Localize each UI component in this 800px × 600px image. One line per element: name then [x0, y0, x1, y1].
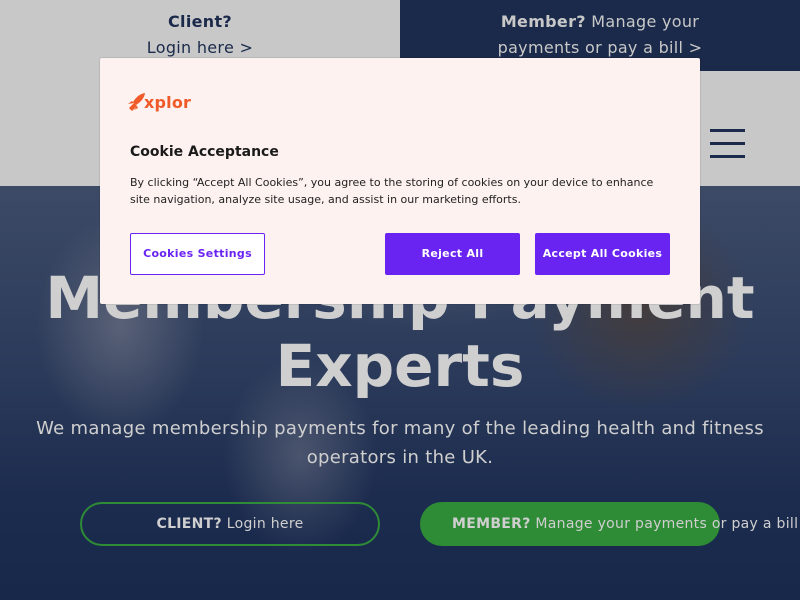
hero-title-line-2: Experts	[275, 332, 525, 400]
member-text-line-1: Manage your	[585, 12, 700, 31]
client-login-button[interactable]: CLIENT? Login here	[80, 502, 380, 546]
hero-subtitle: We manage membership payments for many o…	[36, 418, 764, 468]
member-button-label: MEMBER?	[452, 516, 531, 532]
hamburger-menu-icon[interactable]	[710, 129, 746, 159]
client-label: Client?	[168, 12, 232, 31]
cookie-description: By clicking “Accept All Cookies”, you ag…	[130, 176, 654, 206]
rocket-icon	[128, 93, 145, 111]
logo-text: xplor	[144, 93, 192, 112]
member-button-text: Manage your payments or pay a bill	[530, 516, 799, 532]
reject-all-button[interactable]: Reject All	[385, 233, 520, 275]
xplor-logo: xplor	[126, 92, 206, 114]
member-label: Member?	[500, 12, 586, 31]
cookies-settings-button[interactable]: Cookies Settings	[130, 233, 265, 275]
client-button-label: CLIENT?	[156, 516, 222, 532]
member-payment-button[interactable]: MEMBER? Manage your payments or pay a bi…	[420, 502, 798, 546]
client-button-text: Login here	[221, 516, 304, 532]
cookie-consent-dialog: xplor Cookie Acceptance By clicking “Acc…	[100, 58, 700, 304]
accept-all-cookies-button[interactable]: Accept All Cookies	[535, 233, 670, 275]
cookie-title: Cookie Acceptance	[130, 144, 279, 160]
